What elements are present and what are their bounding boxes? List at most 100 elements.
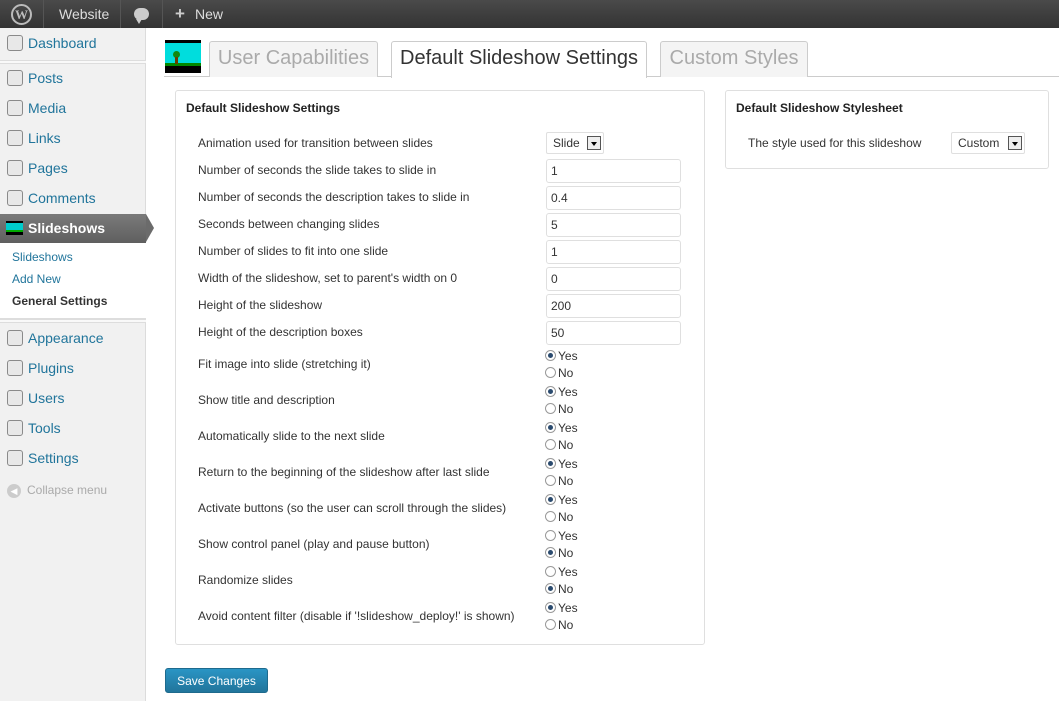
yes-label: Yes — [558, 493, 578, 507]
animation-select[interactable]: Slide — [546, 132, 604, 154]
yes-label: Yes — [558, 529, 578, 543]
sidebar-item-dashboard[interactable]: Dashboard — [0, 28, 146, 58]
randomize-yes-option[interactable]: Yes — [545, 565, 578, 579]
sidebar-item-label: Slideshows — [28, 220, 106, 236]
no-label: No — [558, 366, 574, 380]
collapse-menu-label: Collapse menu — [27, 483, 108, 497]
yes-label: Yes — [558, 601, 578, 615]
sidebar-item-settings[interactable]: Settings — [0, 443, 146, 473]
autoplay-no-radio[interactable] — [545, 439, 556, 450]
sidebar-item-label: Dashboard — [28, 35, 97, 51]
description-height-label: Height of the description boxes — [198, 325, 363, 339]
settings-icon — [7, 450, 23, 466]
sidebar-item-comments[interactable]: Comments — [0, 183, 146, 213]
settings-postbox-title: Default Slideshow Settings — [186, 101, 341, 115]
slideshow-width-label: Width of the slideshow, set to parent's … — [198, 271, 458, 285]
stretch-no-radio[interactable] — [545, 367, 556, 378]
submenu-item-add-new[interactable]: Add New — [12, 272, 61, 286]
sidebar-item-slideshows[interactable]: Slideshows — [0, 214, 154, 243]
sidebar-item-appearance[interactable]: Appearance — [0, 323, 146, 353]
control-panel-yes-option[interactable]: Yes — [545, 529, 578, 543]
sidebar-item-label: Plugins — [28, 360, 74, 376]
sidebar-item-label: Posts — [28, 70, 64, 86]
slideshow-width-input[interactable] — [546, 267, 681, 291]
slides-per-slide-input[interactable] — [546, 240, 681, 264]
randomize-no-radio[interactable] — [545, 583, 556, 594]
sidebar-item-media[interactable]: Media — [0, 93, 146, 123]
control-panel-yes-radio[interactable] — [545, 530, 556, 541]
comments-bubble-icon[interactable] — [134, 8, 149, 24]
sidebar-item-users[interactable]: Users — [0, 383, 146, 413]
collapse-arrow-icon: ◀ — [7, 483, 21, 498]
slideshow-icon — [6, 221, 23, 235]
loop-label: Return to the beginning of the slideshow… — [198, 465, 490, 479]
show-title-yes-option[interactable]: Yes — [545, 385, 578, 399]
buttons-no-radio[interactable] — [545, 511, 556, 522]
yes-label: Yes — [558, 349, 578, 363]
buttons-label: Activate buttons (so the user can scroll… — [198, 501, 507, 515]
loop-yes-option[interactable]: Yes — [545, 457, 578, 471]
buttons-yes-radio[interactable] — [545, 494, 556, 505]
randomize-yes-radio[interactable] — [545, 566, 556, 577]
buttons-no-option[interactable]: No — [545, 510, 573, 524]
control-panel-no-radio[interactable] — [545, 547, 556, 558]
tab-user-capabilities[interactable]: User Capabilities — [209, 41, 378, 77]
save-changes-button[interactable]: Save Changes — [165, 668, 268, 693]
show-title-no-radio[interactable] — [545, 403, 556, 414]
description-seconds-input[interactable] — [546, 186, 681, 210]
autoplay-yes-option[interactable]: Yes — [545, 421, 578, 435]
tab-default-slideshow-settings[interactable]: Default Slideshow Settings — [391, 41, 647, 78]
control-panel-no-option[interactable]: No — [545, 546, 573, 560]
animation-label: Animation used for transition between sl… — [198, 136, 433, 150]
content-filter-label: Avoid content filter (disable if '!slide… — [198, 609, 515, 623]
sidebar-item-plugins[interactable]: Plugins — [0, 353, 146, 383]
appearance-icon — [7, 330, 23, 346]
collapse-menu-button[interactable]: ◀ Collapse menu — [7, 483, 107, 498]
chevron-down-icon — [1008, 136, 1022, 150]
slide-in-seconds-input[interactable] — [546, 159, 681, 183]
sidebar-item-label: Users — [28, 390, 65, 406]
show-title-no-option[interactable]: No — [545, 402, 573, 416]
autoplay-no-option[interactable]: No — [545, 438, 573, 452]
submenu-item-general-settings[interactable]: General Settings — [12, 294, 107, 308]
media-icon — [7, 100, 23, 116]
sidebar-item-label: Tools — [28, 420, 61, 436]
slide-in-seconds-label: Number of seconds the slide takes to sli… — [198, 163, 437, 177]
users-icon — [7, 390, 23, 406]
sidebar-item-label: Links — [28, 130, 61, 146]
description-height-input[interactable] — [546, 321, 681, 345]
no-label: No — [558, 546, 574, 560]
sidebar-item-pages[interactable]: Pages — [0, 153, 146, 183]
autoplay-yes-radio[interactable] — [545, 422, 556, 433]
chevron-down-icon — [587, 136, 601, 150]
loop-no-option[interactable]: No — [545, 474, 573, 488]
sidebar-item-links[interactable]: Links — [0, 123, 146, 153]
content-filter-yes-radio[interactable] — [545, 602, 556, 613]
sidebar-item-posts[interactable]: Posts — [0, 63, 146, 93]
stylesheet-select[interactable]: Custom — [951, 132, 1025, 154]
loop-no-radio[interactable] — [545, 475, 556, 486]
no-label: No — [558, 582, 574, 596]
stretch-yes-radio[interactable] — [545, 350, 556, 361]
wordpress-logo-icon[interactable]: W — [11, 4, 32, 25]
admin-bar-divider — [43, 0, 44, 28]
buttons-yes-option[interactable]: Yes — [545, 493, 578, 507]
site-name-link[interactable]: Website — [59, 0, 109, 28]
stretch-yes-option[interactable]: Yes — [545, 349, 578, 363]
slideshow-height-input[interactable] — [546, 294, 681, 318]
content-filter-no-option[interactable]: No — [545, 618, 573, 632]
no-label: No — [558, 510, 574, 524]
tab-custom-styles[interactable]: Custom Styles — [660, 41, 808, 77]
link-icon — [7, 130, 23, 146]
show-title-yes-radio[interactable] — [545, 386, 556, 397]
description-seconds-label: Number of seconds the description takes … — [198, 190, 470, 204]
interval-seconds-input[interactable] — [546, 213, 681, 237]
sidebar-item-tools[interactable]: Tools — [0, 413, 146, 443]
loop-yes-radio[interactable] — [545, 458, 556, 469]
randomize-no-option[interactable]: No — [545, 582, 573, 596]
content-filter-yes-option[interactable]: Yes — [545, 601, 578, 615]
stretch-no-option[interactable]: No — [545, 366, 573, 380]
new-content-link[interactable]: New — [195, 0, 223, 28]
content-filter-no-radio[interactable] — [545, 619, 556, 630]
submenu-item-slideshows[interactable]: Slideshows — [12, 250, 73, 264]
